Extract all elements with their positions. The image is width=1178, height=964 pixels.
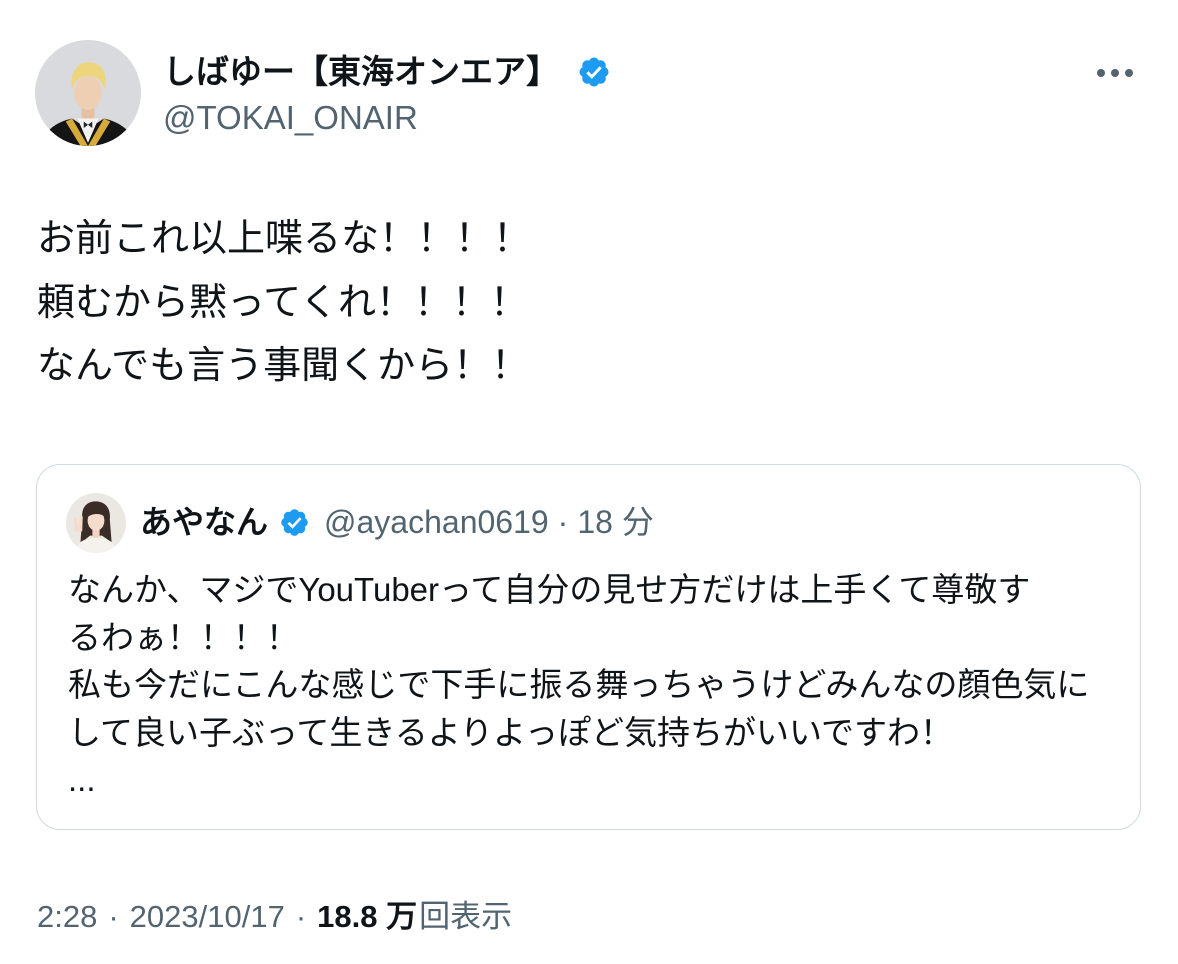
quote-author-avatar [66, 493, 126, 553]
author-name-row: しばゆー【東海オンエア】 [163, 50, 611, 94]
tweet-detail: しばゆー【東海オンエア】 @TOKAI_ONAIR お前これ以上喋るな！！！！ … [0, 0, 1178, 964]
separator-dot: · [557, 504, 569, 540]
quote-text: なんか、マジでYouTuberって自分の見せ方だけは上手くて尊敬す るわぁ！！！… [68, 566, 1128, 804]
author-avatar-image [35, 40, 141, 146]
quote-text-line: なんか、マジでYouTuberって自分の見せ方だけは上手くて尊敬す [68, 571, 1031, 608]
verified-badge-icon [281, 508, 308, 536]
quote-text-line: して良い子ぶって生きるよりよっぽど気持ちがいいですわ！ [68, 713, 954, 751]
author-display-name[interactable]: しばゆー【東海オンエア】 [163, 50, 559, 94]
quote-text-line: 私も今だにこんな感じで下手に振る舞っちゃうけどみんなの顔色気に [68, 666, 1090, 703]
separator-dot: · [108, 899, 119, 934]
tweet-time: 2:28 [37, 899, 98, 934]
separator-dot: · [295, 899, 307, 934]
tweet-meta: 2:28 · 2023/10/17 · 18.8 万 回表示 [37, 895, 512, 939]
tweet-text-line: お前これ以上喋るな！！！！ [37, 218, 532, 260]
author-handle[interactable]: @TOKAI_ONAIR [163, 96, 418, 140]
quote-author-display-name: あやなん [140, 504, 269, 540]
quote-text-truncation: ... [68, 761, 96, 798]
view-count-label[interactable]: 回表示 [419, 895, 512, 939]
quote-header: あやなん @ayachan0619 · 18 分 [140, 500, 654, 544]
tweet-text-line: 頼むから黙ってくれ！！！！ [37, 281, 528, 324]
quote-text-line: るわぁ！！！！ [68, 618, 299, 656]
author-avatar[interactable] [35, 40, 141, 146]
quote-timestamp: 18 分 [577, 504, 654, 540]
more-horizontal-icon[interactable] [1093, 62, 1137, 84]
tweet-text: お前これ以上喋るな！！！！ 頼むから黙ってくれ！！！！ なんでも言う事聞くから！… [37, 208, 1147, 399]
verified-badge-icon [579, 57, 609, 87]
view-count[interactable]: 18.8 万 [317, 895, 417, 939]
quote-tweet-card[interactable]: あやなん @ayachan0619 · 18 分 なんか、マジでYouTuber… [36, 464, 1141, 830]
quote-author-avatar-image [66, 493, 126, 553]
tweet-date: 2023/10/17 [129, 899, 285, 934]
tweet-text-line: なんでも言う事聞くから！！ [37, 345, 530, 387]
quote-author-handle: @ayachan0619 [324, 504, 549, 540]
